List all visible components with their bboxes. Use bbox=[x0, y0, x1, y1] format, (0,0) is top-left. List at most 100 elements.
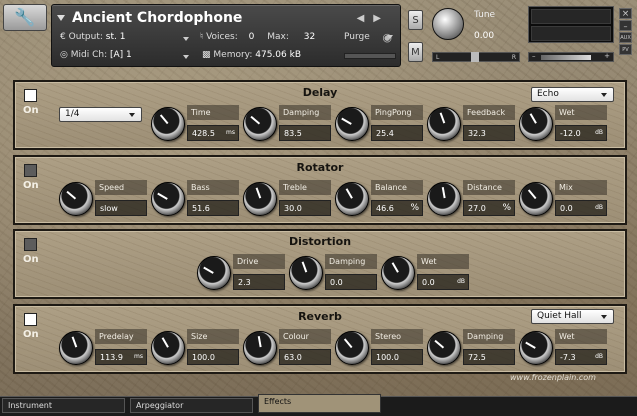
value-text: -7.3 bbox=[560, 353, 576, 362]
purge-menu[interactable]: Purge bbox=[344, 32, 393, 42]
control-1: Damping 83.5 bbox=[243, 105, 333, 145]
knob[interactable] bbox=[151, 107, 185, 141]
solo-button[interactable]: S bbox=[408, 10, 423, 30]
unit-label: dB bbox=[595, 353, 603, 360]
pv-button[interactable]: PV bbox=[619, 44, 632, 55]
delay-on-checkbox[interactable] bbox=[24, 89, 37, 102]
control-value[interactable]: 25.4 bbox=[371, 125, 423, 141]
control-value[interactable]: 100.0 bbox=[187, 349, 239, 365]
control-value[interactable]: 83.5 bbox=[279, 125, 331, 141]
tab-instrument[interactable]: Instrument bbox=[2, 398, 125, 413]
knob[interactable] bbox=[519, 331, 553, 365]
unit-label: ms bbox=[226, 129, 235, 136]
volume-up-icon[interactable]: + bbox=[604, 52, 610, 60]
knob[interactable] bbox=[243, 331, 277, 365]
value-text: 25.4 bbox=[376, 129, 394, 138]
knob[interactable] bbox=[519, 182, 553, 216]
max-label: Max: bbox=[267, 32, 289, 42]
purge-dropdown-icon[interactable] bbox=[386, 34, 393, 39]
knob[interactable] bbox=[381, 256, 415, 290]
midi-dropdown-icon[interactable] bbox=[183, 55, 189, 59]
knob[interactable] bbox=[243, 182, 277, 216]
aux-button[interactable]: AUX bbox=[619, 32, 632, 43]
output-row[interactable]: € Output: st. 1 bbox=[60, 32, 125, 42]
knob[interactable] bbox=[59, 331, 93, 365]
reverb-on-checkbox[interactable] bbox=[24, 313, 37, 326]
control-value[interactable]: 63.0 bbox=[279, 349, 331, 365]
knob[interactable] bbox=[59, 182, 93, 216]
instrument-header: Ancient Chordophone ◀▶ ◉ € Output: st. 1… bbox=[51, 4, 401, 67]
value-text: 0.0 bbox=[330, 278, 343, 287]
voices-value: 0 bbox=[248, 32, 255, 42]
control-value[interactable]: 100.0 bbox=[371, 349, 423, 365]
knob[interactable] bbox=[289, 256, 323, 290]
control-label: Wet bbox=[555, 329, 607, 344]
knob[interactable] bbox=[335, 107, 369, 141]
reverb-mode-select[interactable]: Quiet Hall bbox=[531, 309, 614, 324]
on-label: On bbox=[23, 105, 39, 116]
unit-label: ms bbox=[134, 353, 143, 360]
output-value[interactable]: st. 1 bbox=[106, 32, 126, 42]
value-text: 72.5 bbox=[468, 353, 486, 362]
rotator-on-checkbox[interactable] bbox=[24, 164, 37, 177]
control-value[interactable]: -7.3 dB bbox=[555, 349, 607, 365]
dropdown-icon[interactable] bbox=[601, 93, 607, 97]
volume-slider[interactable]: – + bbox=[528, 52, 614, 62]
pan-slider-handle[interactable] bbox=[471, 52, 479, 62]
knob[interactable] bbox=[335, 331, 369, 365]
control-value[interactable]: 51.6 bbox=[187, 200, 239, 216]
knob[interactable] bbox=[151, 182, 185, 216]
wrench-icon[interactable]: 🔧 bbox=[3, 4, 47, 31]
tune-knob[interactable] bbox=[432, 8, 464, 40]
control-value[interactable]: 0.0 bbox=[325, 274, 377, 290]
close-icon[interactable]: × bbox=[619, 8, 632, 19]
control-value[interactable]: slow bbox=[95, 200, 147, 216]
distortion-on-checkbox[interactable] bbox=[24, 238, 37, 251]
pan-slider[interactable]: L R bbox=[432, 52, 520, 62]
mode-value: Echo bbox=[537, 89, 559, 99]
control-0: Drive 2.3 bbox=[197, 254, 287, 294]
knob[interactable] bbox=[197, 256, 231, 290]
knob[interactable] bbox=[427, 331, 461, 365]
control-value[interactable]: 428.5 ms bbox=[187, 125, 239, 141]
control-5: Mix 0.0 dB bbox=[519, 180, 609, 220]
midi-row[interactable]: ◎ Midi Ch: [A] 1 bbox=[60, 50, 132, 60]
control-value[interactable]: -12.0 dB bbox=[555, 125, 607, 141]
delay-rate-select[interactable]: 1/4 bbox=[59, 107, 142, 122]
purge-label[interactable]: Purge bbox=[344, 32, 370, 42]
control-value[interactable]: 72.5 bbox=[463, 349, 515, 365]
control-value[interactable]: 30.0 bbox=[279, 200, 331, 216]
volume-track[interactable] bbox=[541, 55, 591, 60]
control-2: Wet 0.0 dB bbox=[381, 254, 471, 294]
volume-down-icon[interactable]: – bbox=[532, 52, 536, 60]
control-label: Damping bbox=[325, 254, 377, 269]
knob[interactable] bbox=[427, 107, 461, 141]
value-text: 100.0 bbox=[192, 353, 215, 362]
dropdown-icon[interactable] bbox=[601, 315, 607, 319]
knob[interactable] bbox=[243, 107, 277, 141]
tab-arpeggiator[interactable]: Arpeggiator bbox=[130, 398, 253, 413]
delay-mode-select[interactable]: Echo bbox=[531, 87, 614, 102]
control-value[interactable]: 0.0 dB bbox=[555, 200, 607, 216]
max-value[interactable]: 32 bbox=[304, 32, 315, 42]
midi-value[interactable]: [A] 1 bbox=[110, 50, 132, 60]
control-value[interactable]: 27.0% bbox=[463, 200, 515, 216]
control-value[interactable]: 46.6% bbox=[371, 200, 423, 216]
control-value[interactable]: 2.3 bbox=[233, 274, 285, 290]
control-2: PingPong 25.4 bbox=[335, 105, 425, 145]
knob[interactable] bbox=[335, 182, 369, 216]
memory-value: 475.06 kB bbox=[255, 50, 301, 60]
control-value[interactable]: 0.0 dB bbox=[417, 274, 469, 290]
value-text: 63.0 bbox=[284, 353, 302, 362]
dropdown-icon[interactable] bbox=[129, 113, 135, 117]
control-value[interactable]: 32.3 bbox=[463, 125, 515, 141]
knob[interactable] bbox=[151, 331, 185, 365]
minimize-icon[interactable]: – bbox=[619, 20, 632, 31]
knob[interactable] bbox=[519, 107, 553, 141]
mute-button[interactable]: M bbox=[408, 42, 423, 62]
knob[interactable] bbox=[427, 182, 461, 216]
tab-effects[interactable]: Effects bbox=[258, 394, 381, 413]
instrument-nav-arrows[interactable]: ◀▶ bbox=[357, 13, 390, 24]
control-value[interactable]: 113.9 ms bbox=[95, 349, 147, 365]
output-dropdown-icon[interactable] bbox=[183, 37, 189, 41]
